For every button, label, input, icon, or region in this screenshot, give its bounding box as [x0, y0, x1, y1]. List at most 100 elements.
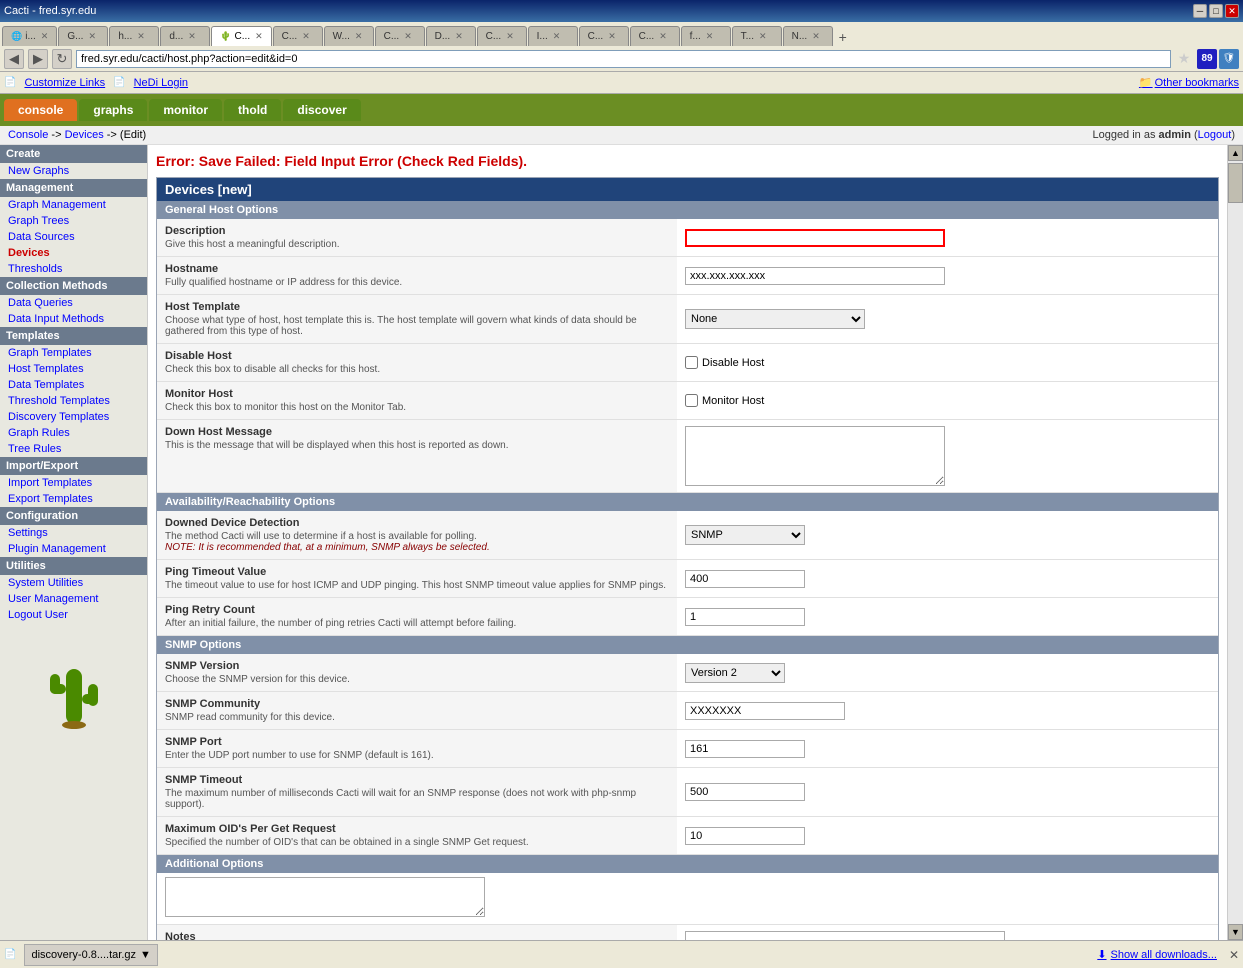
breadcrumb-devices[interactable]: Devices: [65, 129, 104, 141]
bookmark-star-icon[interactable]: ★: [1175, 50, 1193, 68]
other-bookmarks[interactable]: 📁 Other bookmarks: [1139, 76, 1239, 89]
max-oids-label-cell: Maximum OID's Per Get Request Specified …: [157, 817, 677, 854]
sidebar-item-data-templates[interactable]: Data Templates: [0, 377, 147, 393]
minimize-button[interactable]: ─: [1193, 4, 1207, 18]
downed-device-select[interactable]: SNMP: [685, 525, 805, 545]
new-tab-button[interactable]: +: [834, 28, 852, 46]
nav-tab-thold[interactable]: thold: [224, 99, 281, 121]
browser-tab-15[interactable]: N...✕: [783, 26, 833, 46]
sidebar-item-graph-templates[interactable]: Graph Templates: [0, 345, 147, 361]
nav-tab-console[interactable]: console: [4, 99, 77, 121]
extension-icon-1[interactable]: 89: [1197, 49, 1217, 69]
sidebar-section-create: Create: [0, 145, 147, 163]
scroll-track: [1228, 161, 1243, 924]
sidebar-item-export-templates[interactable]: Export Templates: [0, 491, 147, 507]
show-downloads-button[interactable]: ⬇ Show all downloads...: [1097, 948, 1217, 961]
snmp-community-input[interactable]: [685, 702, 845, 720]
description-input[interactable]: [685, 229, 945, 247]
scroll-down-button[interactable]: ▼: [1228, 924, 1243, 940]
sidebar-item-graph-trees[interactable]: Graph Trees: [0, 213, 147, 229]
snmp-version-select[interactable]: Version 2: [685, 663, 785, 683]
sidebar-item-data-sources[interactable]: Data Sources: [0, 229, 147, 245]
breadcrumb-console[interactable]: Console: [8, 129, 48, 141]
hostname-label: Hostname: [165, 263, 669, 275]
browser-tab-1[interactable]: G...✕: [58, 26, 108, 46]
snmp-port-label: SNMP Port: [165, 736, 669, 748]
sidebar-item-import-templates[interactable]: Import Templates: [0, 475, 147, 491]
browser-tab-9[interactable]: C...✕: [477, 26, 527, 46]
sidebar-item-host-templates[interactable]: Host Templates: [0, 361, 147, 377]
sidebar-item-threshold-templates[interactable]: Threshold Templates: [0, 393, 147, 409]
notes-empty-textarea[interactable]: [165, 877, 485, 917]
sidebar-item-settings[interactable]: Settings: [0, 525, 147, 541]
sidebar-item-system-utilities[interactable]: System Utilities: [0, 575, 147, 591]
browser-tab-7[interactable]: C...✕: [375, 26, 425, 46]
sidebar-item-user-management[interactable]: User Management: [0, 591, 147, 607]
browser-tab-6[interactable]: W...✕: [324, 26, 374, 46]
refresh-button[interactable]: ↻: [52, 49, 72, 69]
monitor-host-label-cell: Monitor Host Check this box to monitor t…: [157, 382, 677, 419]
sidebar-item-data-queries[interactable]: Data Queries: [0, 295, 147, 311]
sidebar-item-discovery-templates[interactable]: Discovery Templates: [0, 409, 147, 425]
scrollbar[interactable]: ▲ ▼: [1227, 145, 1243, 940]
sidebar-item-logout-user[interactable]: Logout User: [0, 607, 147, 623]
browser-tab-5[interactable]: C...✕: [273, 26, 323, 46]
download-icon: ⬇: [1097, 948, 1106, 961]
snmp-timeout-input[interactable]: [685, 783, 805, 801]
sidebar-item-thresholds[interactable]: Thresholds: [0, 261, 147, 277]
sidebar-item-devices[interactable]: Devices: [0, 245, 147, 261]
bookmark-icon: 📄: [4, 77, 16, 88]
back-button[interactable]: ◀: [4, 49, 24, 69]
scroll-thumb[interactable]: [1228, 163, 1243, 203]
close-button[interactable]: ✕: [1225, 4, 1239, 18]
hostname-row: Hostname Fully qualified hostname or IP …: [157, 257, 1218, 295]
bookmark-customize[interactable]: Customize Links: [24, 77, 105, 89]
monitor-host-row: Monitor Host Check this box to monitor t…: [157, 382, 1218, 420]
notes-row: Notes Enter notes to this host.: [157, 925, 1218, 940]
ping-retry-input[interactable]: [685, 608, 805, 626]
sidebar-item-graph-rules[interactable]: Graph Rules: [0, 425, 147, 441]
browser-tab-10[interactable]: I...✕: [528, 26, 578, 46]
monitor-host-checkbox[interactable]: [685, 394, 698, 407]
sidebar-item-plugin-management[interactable]: Plugin Management: [0, 541, 147, 557]
host-template-select[interactable]: None: [685, 309, 865, 329]
status-close-icon[interactable]: ✕: [1229, 948, 1239, 962]
browser-tab-2[interactable]: h...✕: [109, 26, 159, 46]
browser-tab-4[interactable]: 🌵C...✕: [211, 26, 271, 46]
browser-tab-8[interactable]: D...✕: [426, 26, 476, 46]
down-host-label-cell: Down Host Message This is the message th…: [157, 420, 677, 492]
bookmark-icon-2: 📄: [113, 77, 125, 88]
sidebar-item-data-input[interactable]: Data Input Methods: [0, 311, 147, 327]
bookmark-nedi[interactable]: NeDi Login: [134, 77, 188, 89]
downed-device-field-cell: SNMP: [677, 511, 1218, 559]
browser-tab-13[interactable]: f...✕: [681, 26, 731, 46]
sidebar-item-graph-management[interactable]: Graph Management: [0, 197, 147, 213]
address-input[interactable]: [76, 50, 1171, 68]
ping-timeout-input[interactable]: [685, 570, 805, 588]
max-oids-input[interactable]: [685, 827, 805, 845]
snmp-port-input[interactable]: [685, 740, 805, 758]
browser-tab-14[interactable]: T...✕: [732, 26, 782, 46]
maximize-button[interactable]: □: [1209, 4, 1223, 18]
logout-link[interactable]: Logout: [1198, 129, 1232, 141]
browser-tab-0[interactable]: 🌐i...✕: [2, 26, 57, 46]
sidebar-item-new-graphs[interactable]: New Graphs: [0, 163, 147, 179]
nav-tab-monitor[interactable]: monitor: [149, 99, 222, 121]
browser-tab-12[interactable]: C...✕: [630, 26, 680, 46]
forward-button[interactable]: ▶: [28, 49, 48, 69]
sidebar-item-tree-rules[interactable]: Tree Rules: [0, 441, 147, 457]
nav-tab-graphs[interactable]: graphs: [79, 99, 147, 121]
notes-textarea[interactable]: [685, 931, 1005, 940]
scroll-up-button[interactable]: ▲: [1228, 145, 1243, 161]
snmp-version-label-cell: SNMP Version Choose the SNMP version for…: [157, 654, 677, 691]
browser-tab-3[interactable]: d...✕: [160, 26, 210, 46]
disable-host-checkbox[interactable]: [685, 356, 698, 369]
browser-tab-11[interactable]: C...✕: [579, 26, 629, 46]
extension-icon-2[interactable]: 🛡: [1219, 49, 1239, 69]
hostname-input[interactable]: [685, 267, 945, 285]
ping-timeout-label-cell: Ping Timeout Value The timeout value to …: [157, 560, 677, 597]
down-host-message-textarea[interactable]: [685, 426, 945, 486]
snmp-port-desc: Enter the UDP port number to use for SNM…: [165, 750, 669, 761]
nav-tab-discover[interactable]: discover: [283, 99, 360, 121]
status-download: discovery-0.8....tar.gz ▼: [24, 944, 157, 966]
